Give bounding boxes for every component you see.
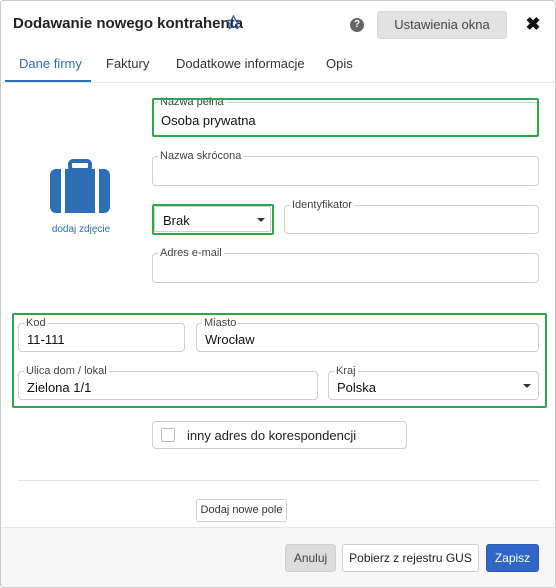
add-photo-link[interactable]: dodaj zdjęcie [50,224,112,235]
cancel-button[interactable]: Anuluj [285,544,336,572]
type-select-highlight [152,204,274,235]
close-icon[interactable]: ✖ [525,14,541,34]
identifier-field[interactable]: Identyfikator [284,199,539,234]
window-settings-button[interactable]: Ustawienia okna [377,11,507,39]
active-tab-indicator [5,80,91,82]
add-contractor-dialog: Dodawanie nowego kontrahenta ? Ustawieni… [0,0,556,588]
full-name-highlight [152,98,539,137]
other-address-checkbox[interactable] [161,428,175,442]
star-icon[interactable] [225,14,242,31]
save-button[interactable]: Zapisz [486,544,539,572]
dialog-header: Dodawanie nowego kontrahenta ? Ustawieni… [1,1,555,47]
tab-invoices[interactable]: Faktury [106,56,149,71]
other-address-label: inny adres do korespondencji [187,428,357,443]
dialog-footer: Anuluj Pobierz z rejestru GUS Zapisz [1,527,555,587]
email-label: Adres e-mail [158,247,224,259]
tab-description[interactable]: Opis [326,56,353,71]
short-name-field[interactable]: Nazwa skrócona [152,150,539,186]
address-highlight [12,313,547,408]
divider [18,480,539,481]
tab-additional-info[interactable]: Dodatkowe informacje [176,56,305,71]
short-name-label: Nazwa skrócona [158,150,244,162]
fetch-gus-button[interactable]: Pobierz z rejestru GUS [342,544,479,572]
help-icon[interactable]: ? [350,18,364,32]
briefcase-icon[interactable] [50,159,110,213]
other-address-option[interactable]: inny adres do korespondencji [152,421,407,449]
tab-company-data[interactable]: Dane firmy [19,56,82,71]
email-field[interactable]: Adres e-mail [152,247,539,283]
tab-bar: Dane firmy Faktury Dodatkowe informacje … [1,47,555,83]
add-field-button[interactable]: Dodaj nowe pole [196,499,287,522]
identifier-label: Identyfikator [290,199,354,211]
dialog-title: Dodawanie nowego kontrahenta [13,15,244,32]
